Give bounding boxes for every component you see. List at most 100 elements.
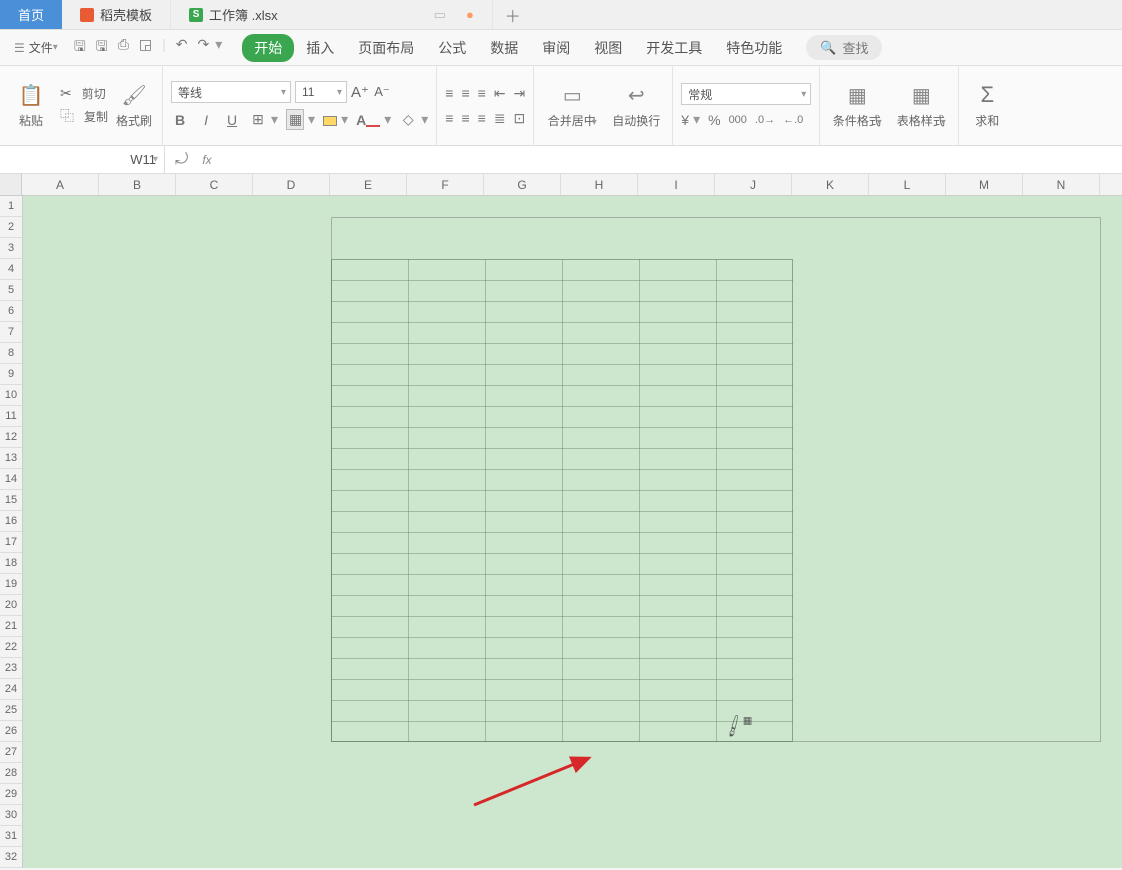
currency-button[interactable]: ¥ [681,112,689,128]
font-size-select[interactable]: 11 [295,81,347,103]
save-icon[interactable]: 🖫 [74,36,86,60]
decrease-indent-button[interactable]: ⇤ [494,85,506,102]
justify-button[interactable]: ≣ [494,110,506,127]
table-style-button[interactable]: ▦ 表格样式▾ [892,83,950,129]
underline-button[interactable]: U [223,112,241,128]
row-header[interactable]: 12 [0,427,22,448]
undo-icon[interactable]: ↶ [176,36,188,60]
col-header[interactable]: F [407,174,484,195]
present-icon[interactable]: ▭ [434,7,446,23]
row-header[interactable]: 28 [0,763,22,784]
formula-input[interactable] [222,146,1122,173]
wrap-text-button[interactable]: ↩ 自动换行 [608,83,664,129]
increase-decimal-button[interactable]: .0→ [755,114,775,126]
fx-icon[interactable]: fx [202,153,211,167]
bold-button[interactable]: B [171,112,189,128]
conditional-format-button[interactable]: ▦ 条件格式▾ [828,83,886,129]
col-header[interactable]: N [1023,174,1100,195]
increase-font-button[interactable]: A⁺ [351,83,369,101]
row-header[interactable]: 14 [0,469,22,490]
col-header[interactable]: L [869,174,946,195]
tab-workbook[interactable]: S 工作簿 .xlsx ▭ ● [171,0,493,29]
new-tab-button[interactable]: ＋ [493,0,533,29]
row-header[interactable]: 7 [0,322,22,343]
row-header[interactable]: 22 [0,637,22,658]
font-color-button[interactable]: A [356,112,380,128]
row-header[interactable]: 1 [0,196,22,217]
align-left-button[interactable]: ≡ [445,110,453,126]
tab-home[interactable]: 首页 [0,0,62,29]
ribbon-tab-review[interactable]: 审阅 [530,34,582,62]
row-header[interactable]: 13 [0,448,22,469]
col-header[interactable]: M [946,174,1023,195]
row-header[interactable]: 15 [0,490,22,511]
row-header[interactable]: 19 [0,574,22,595]
fill-color-button[interactable] [323,112,337,128]
row-header[interactable]: 18 [0,553,22,574]
row-header[interactable]: 5 [0,280,22,301]
autosum-button[interactable]: Σ 求和 [967,82,1007,129]
row-header[interactable]: 24 [0,679,22,700]
col-header[interactable]: J [715,174,792,195]
ribbon-tab-start[interactable]: 开始 [242,34,294,62]
col-header[interactable]: E [330,174,407,195]
save-as-icon[interactable]: 🖫 [96,36,108,60]
row-header[interactable]: 8 [0,343,22,364]
decrease-font-button[interactable]: A⁻ [373,84,391,100]
row-header[interactable]: 16 [0,511,22,532]
ribbon-tab-devtools[interactable]: 开发工具 [634,34,714,62]
row-header[interactable]: 21 [0,616,22,637]
ribbon-tab-data[interactable]: 数据 [478,34,530,62]
col-header[interactable]: D [253,174,330,195]
border-draw-button[interactable]: ▦ [286,109,304,130]
row-header[interactable]: 6 [0,301,22,322]
number-format-select[interactable]: 常规 [681,83,811,105]
cancel-formula-icon[interactable]: ⤾ [175,151,188,169]
col-header[interactable]: C [176,174,253,195]
increase-indent-button[interactable]: ⇥ [514,85,526,102]
select-all-corner[interactable] [0,174,22,195]
decrease-decimal-button[interactable]: ←.0 [783,114,803,126]
row-header[interactable]: 29 [0,784,22,805]
print-icon[interactable]: ⎙ [118,36,129,60]
row-header[interactable]: 27 [0,742,22,763]
row-header[interactable]: 4 [0,259,22,280]
thousands-button[interactable]: 000 [729,114,747,126]
col-header[interactable]: K [792,174,869,195]
row-header[interactable]: 31 [0,826,22,847]
ribbon-tab-insert[interactable]: 插入 [294,34,346,62]
row-header[interactable]: 10 [0,385,22,406]
orientation-button[interactable]: ⊡ [514,110,526,127]
row-header[interactable]: 30 [0,805,22,826]
percent-button[interactable]: % [708,112,720,128]
col-header[interactable]: B [99,174,176,195]
font-family-select[interactable]: 等线 [171,81,291,103]
ribbon-tab-formula[interactable]: 公式 [426,34,478,62]
col-header[interactable]: I [638,174,715,195]
row-header[interactable]: 9 [0,364,22,385]
col-header[interactable]: G [484,174,561,195]
row-header[interactable]: 17 [0,532,22,553]
name-box[interactable]: W11 [0,146,165,173]
row-header[interactable]: 3 [0,238,22,259]
file-menu-button[interactable]: ☰ 文件 ▾ [8,37,64,58]
align-bottom-button[interactable]: ≡ [478,85,486,101]
redo-icon[interactable]: ↷ [198,36,210,60]
chevron-down-icon[interactable]: ▾ [215,36,222,60]
align-center-button[interactable]: ≡ [461,110,469,126]
copy-button[interactable]: ⿻ 复制 [60,106,108,126]
print-preview-icon[interactable]: ◲ [139,36,152,60]
row-header[interactable]: 20 [0,595,22,616]
align-right-button[interactable]: ≡ [478,110,486,126]
row-header[interactable]: 11 [0,406,22,427]
border-button[interactable]: ⊞ [249,111,267,128]
merge-center-button[interactable]: ▭ 合并居中▾ [542,83,602,129]
eraser-button[interactable]: ◇ [399,111,417,128]
align-middle-button[interactable]: ≡ [461,85,469,101]
tab-doku-templates[interactable]: 稻壳模板 [62,0,171,29]
row-header[interactable]: 23 [0,658,22,679]
paste-button[interactable]: 📋 粘贴 [8,83,54,129]
row-header[interactable]: 25 [0,700,22,721]
col-header[interactable]: A [22,174,99,195]
format-painter-button[interactable]: 🖌 格式刷 [114,83,154,129]
